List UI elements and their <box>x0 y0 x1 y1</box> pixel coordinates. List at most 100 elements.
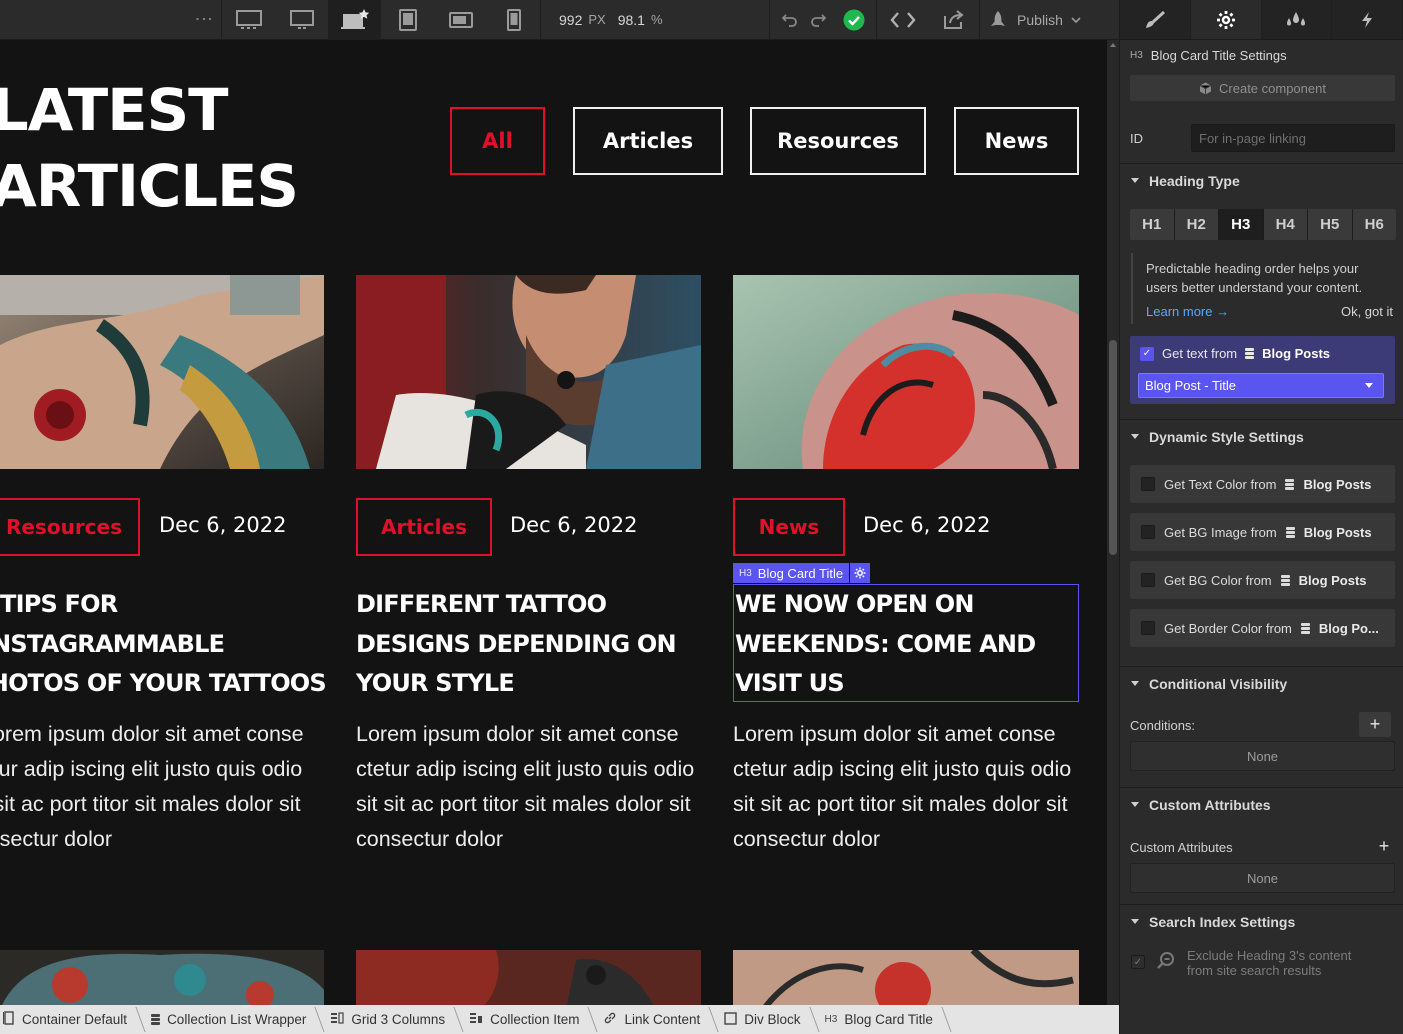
card-2-category-tag[interactable]: Articles <box>356 498 492 556</box>
add-attribute-button[interactable]: + <box>1368 834 1400 859</box>
heading-type-section-header[interactable]: Heading Type <box>1120 163 1403 197</box>
card-1-title[interactable]: TIPS FOR INSTAGRAMMABLE PHOTOS OF YOUR T… <box>0 585 348 704</box>
breadcrumb-label: Container Default <box>22 1012 128 1027</box>
exclude-search-checkbox[interactable]: ✓ <box>1131 955 1145 969</box>
redo-icon[interactable] <box>804 0 832 40</box>
card-image-6[interactable] <box>733 950 1079 1005</box>
card-2-excerpt: Lorem ipsum dolor sit amet conse ctetur … <box>356 717 706 857</box>
more-options-icon[interactable]: ⋮ <box>192 0 216 40</box>
border-color-checkbox[interactable] <box>1141 621 1155 635</box>
heading-h1-button[interactable]: H1 <box>1130 209 1174 240</box>
create-component-button[interactable]: Create component <box>1130 75 1395 101</box>
attributes-empty-state: None <box>1130 863 1395 893</box>
bg-image-checkbox[interactable] <box>1141 525 1155 539</box>
element-settings-gear-icon[interactable] <box>850 563 871 583</box>
card-1-category-tag[interactable]: Resources <box>0 498 140 556</box>
card-3-title-line: WEEKENDS: COME AND <box>735 629 1036 658</box>
design-canvas[interactable]: LATEST ARTICLES All Articles Resources N… <box>0 40 1107 1005</box>
option-source: Blog Posts <box>1298 572 1367 588</box>
card-3-category-tag[interactable]: News <box>733 498 845 556</box>
card-3-title[interactable]: WE NOW OPEN ON WEEKENDS: COME AND VISIT … <box>735 585 1080 704</box>
scrollbar-thumb[interactable] <box>1109 340 1117 555</box>
publish-button[interactable]: Publish <box>980 0 1088 40</box>
canvas-scrollbar[interactable] <box>1107 40 1119 1005</box>
component-icon <box>1199 82 1212 94</box>
breakpoint-desktop-base-icon[interactable] <box>328 0 381 40</box>
page-heading[interactable]: LATEST ARTICLES <box>0 72 299 224</box>
filter-all-button[interactable]: All <box>450 107 545 175</box>
conditional-visibility-section-header[interactable]: Conditional Visibility <box>1120 666 1403 700</box>
dynamic-text-color-option[interactable]: Get Text Color from Blog Posts <box>1130 465 1395 503</box>
card-2-title-line: YOUR STYLE <box>356 669 515 697</box>
check-icon[interactable] <box>832 0 876 40</box>
text-color-checkbox[interactable] <box>1141 477 1155 491</box>
undo-icon[interactable] <box>776 0 804 40</box>
breadcrumb-collection-list-wrapper[interactable]: Collection List Wrapper <box>141 1005 320 1034</box>
collection-item-icon <box>469 1012 483 1027</box>
add-condition-button[interactable]: + <box>1359 712 1391 737</box>
heading-h3-button[interactable]: H3 <box>1219 209 1263 240</box>
breadcrumb-link-content[interactable]: Link Content <box>593 1005 714 1034</box>
heading-h4-button[interactable]: H4 <box>1263 209 1307 240</box>
id-input[interactable]: For in-page linking <box>1191 124 1395 152</box>
dynamic-bg-color-option[interactable]: Get BG Color from Blog Posts <box>1130 561 1395 599</box>
breadcrumb-blog-card-title[interactable]: H3 Blog Card Title <box>815 1005 947 1034</box>
card-2-excerpt-line: consectur dolor <box>356 827 503 851</box>
canvas-size-readout[interactable]: 992 PX 98.1 % <box>559 12 769 28</box>
card-1-excerpt-line: Lorem ipsum dolor sit amet conse <box>0 722 304 746</box>
breakpoint-desktop-xl-icon[interactable] <box>222 0 275 40</box>
custom-attributes-section-header[interactable]: Custom Attributes <box>1120 787 1403 821</box>
dynamic-border-color-option[interactable]: Get Border Color from Blog Po... <box>1130 609 1395 647</box>
selected-element-label[interactable]: H3 Blog Card Title <box>733 563 850 583</box>
selected-element-badge[interactable]: H3 Blog Card Title <box>733 563 871 583</box>
breadcrumb-container-default[interactable]: Container Default <box>0 1005 141 1034</box>
card-3-excerpt-line: ctetur adip iscing elit justo quis odio <box>733 757 1072 781</box>
card-image-5[interactable] <box>356 950 701 1005</box>
breakpoint-mobile-landscape-icon[interactable] <box>434 0 487 40</box>
chevron-down-icon <box>1131 434 1139 439</box>
dynamic-style-section-header[interactable]: Dynamic Style Settings <box>1120 419 1403 453</box>
bg-color-checkbox[interactable] <box>1141 573 1155 587</box>
filter-resources-button[interactable]: Resources <box>750 107 926 175</box>
collection-icon <box>1285 526 1295 538</box>
breadcrumb-collection-item[interactable]: Collection Item <box>459 1005 593 1034</box>
width-unit: PX <box>588 12 606 27</box>
interactions-drops-icon[interactable] <box>1261 0 1333 39</box>
card-2-title[interactable]: DIFFERENT TATTOO DESIGNS DEPENDING ON YO… <box>356 585 701 704</box>
breadcrumb-div-block[interactable]: Div Block <box>714 1005 814 1034</box>
scroll-up-icon[interactable] <box>1110 43 1116 47</box>
id-label: ID <box>1130 131 1143 146</box>
learn-more-link[interactable]: Learn more → <box>1146 302 1229 321</box>
style-brush-icon[interactable] <box>1120 0 1191 39</box>
heading-h6-button[interactable]: H6 <box>1352 209 1396 240</box>
get-text-checkbox[interactable]: ✓ <box>1140 346 1154 361</box>
lightning-icon[interactable] <box>1332 0 1403 39</box>
breakpoint-desktop-large-icon[interactable] <box>275 0 328 40</box>
card-image-2[interactable] <box>356 275 701 469</box>
dynamic-bg-image-option[interactable]: Get BG Image from Blog Posts <box>1130 513 1395 551</box>
card-image-3[interactable] <box>733 275 1079 469</box>
heading-tag: H3 <box>1130 50 1143 61</box>
option-source: Blog Posts <box>1303 524 1372 540</box>
ok-got-it-button[interactable]: Ok, got it <box>1341 302 1393 321</box>
breadcrumb-label: Collection Item <box>490 1012 580 1027</box>
publish-label: Publish <box>1017 11 1063 28</box>
exclude-from-search-option[interactable]: ✓ Exclude Heading 3's content from site … <box>1131 948 1351 978</box>
heading-h5-button[interactable]: H5 <box>1308 209 1352 240</box>
filter-articles-button[interactable]: Articles <box>573 107 723 175</box>
heading-h2-button[interactable]: H2 <box>1174 209 1218 240</box>
breadcrumb-grid-3-columns[interactable]: Grid 3 Columns <box>320 1005 459 1034</box>
breakpoint-mobile-portrait-icon[interactable] <box>487 0 540 40</box>
filter-news-button[interactable]: News <box>954 107 1079 175</box>
card-3-date: Dec 6, 2022 <box>863 513 991 537</box>
text-field-select[interactable]: Blog Post - Title <box>1138 373 1384 398</box>
breakpoint-tablet-icon[interactable] <box>381 0 434 40</box>
share-icon[interactable] <box>929 0 979 40</box>
card-image-1[interactable] <box>0 275 324 469</box>
width-value: 992 <box>559 11 583 28</box>
card-image-4[interactable] <box>0 950 324 1005</box>
section-title: Search Index Settings <box>1149 913 1296 930</box>
settings-gear-icon[interactable] <box>1190 0 1262 39</box>
code-icon[interactable] <box>877 0 929 40</box>
search-index-section-header[interactable]: Search Index Settings <box>1120 904 1403 938</box>
